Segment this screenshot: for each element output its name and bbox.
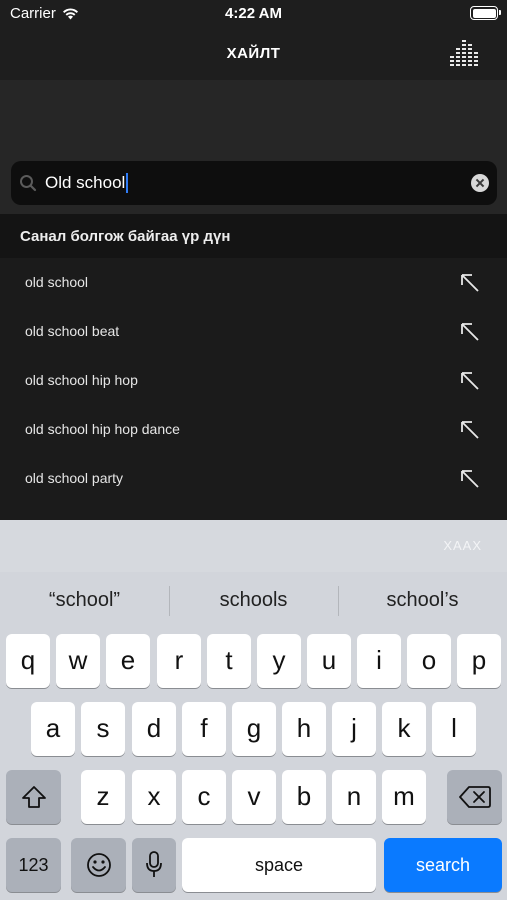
navigation-bar: ХАЙЛТ (0, 28, 507, 80)
status-bar: Carrier 4:22 AM (0, 0, 507, 28)
arrow-up-left-icon[interactable] (460, 371, 480, 391)
equalizer-icon[interactable] (449, 38, 479, 68)
list-item[interactable]: old school hip hop dance (0, 405, 507, 454)
list-item[interactable]: old school (0, 258, 507, 307)
key-o[interactable]: o (407, 634, 451, 688)
dismiss-keyboard-button[interactable]: ХААХ (443, 538, 482, 553)
search-input-value: Old school (45, 173, 126, 192)
key-g[interactable]: g (232, 702, 276, 756)
backspace-key[interactable] (447, 770, 502, 824)
prediction-1[interactable]: “school” (0, 572, 169, 628)
key-a[interactable]: a (31, 702, 75, 756)
shift-key[interactable] (6, 770, 61, 824)
suggestions-header: Санал болгож байгаа үр дүн (0, 214, 507, 258)
key-d[interactable]: d (132, 702, 176, 756)
dictation-key[interactable] (132, 838, 176, 892)
key-u[interactable]: u (307, 634, 351, 688)
suggestion-label: old school party (25, 470, 124, 486)
arrow-up-left-icon[interactable] (460, 420, 480, 440)
search-key[interactable]: search (384, 838, 502, 892)
shift-icon (21, 786, 46, 808)
suggestion-label: old school (25, 274, 89, 290)
key-m[interactable]: m (382, 770, 426, 824)
key-b[interactable]: b (282, 770, 326, 824)
key-v[interactable]: v (232, 770, 276, 824)
key-r[interactable]: r (157, 634, 201, 688)
suggestion-label: old school beat (25, 323, 120, 339)
key-h[interactable]: h (282, 702, 326, 756)
key-q[interactable]: q (6, 634, 50, 688)
arrow-up-left-icon[interactable] (460, 273, 480, 293)
keyboard-toolbar: ХААХ (0, 520, 507, 572)
suggestion-label: old school hip hop (25, 372, 138, 388)
key-i[interactable]: i (357, 634, 401, 688)
key-p[interactable]: p (457, 634, 501, 688)
list-item[interactable]: old school beat (0, 307, 507, 356)
key-x[interactable]: x (132, 770, 176, 824)
search-field[interactable]: Old school (11, 161, 497, 205)
prediction-2[interactable]: schools (169, 572, 338, 628)
status-time: 4:22 AM (225, 5, 282, 22)
key-e[interactable]: e (106, 634, 150, 688)
microphone-icon (146, 851, 162, 877)
numbers-key[interactable]: 123 (6, 838, 61, 892)
list-item[interactable]: old school hip hop (0, 356, 507, 405)
key-f[interactable]: f (182, 702, 226, 756)
emoji-icon (86, 853, 111, 877)
key-t[interactable]: t (207, 634, 251, 688)
key-k[interactable]: k (382, 702, 426, 756)
key-z[interactable]: z (81, 770, 125, 824)
list-item[interactable]: old school party (0, 454, 507, 503)
key-l[interactable]: l (432, 702, 476, 756)
key-j[interactable]: j (332, 702, 376, 756)
key-y[interactable]: y (257, 634, 301, 688)
search-input[interactable]: Old school (45, 173, 129, 193)
key-c[interactable]: c (182, 770, 226, 824)
prediction-3[interactable]: school’s (338, 572, 507, 628)
arrow-up-left-icon[interactable] (460, 322, 480, 342)
key-n[interactable]: n (332, 770, 376, 824)
backspace-icon (458, 786, 491, 808)
suggestions-list: old school old school beat old school hi… (0, 258, 507, 520)
page-title: ХАЙЛТ (226, 45, 281, 62)
battery-icon (470, 6, 501, 20)
search-icon (20, 175, 37, 192)
key-s[interactable]: s (81, 702, 125, 756)
keyboard: ХААХ “school” schools school’s q w e r t… (0, 520, 507, 900)
space-key[interactable]: space (182, 838, 376, 892)
arrow-up-left-icon[interactable] (460, 469, 480, 489)
suggestions-header-label: Санал болгож байгаа үр дүн (20, 228, 231, 245)
emoji-key[interactable] (71, 838, 126, 892)
suggestion-label: old school hip hop dance (25, 421, 180, 437)
clear-icon[interactable] (471, 174, 489, 192)
key-w[interactable]: w (56, 634, 100, 688)
text-caret (126, 173, 129, 193)
